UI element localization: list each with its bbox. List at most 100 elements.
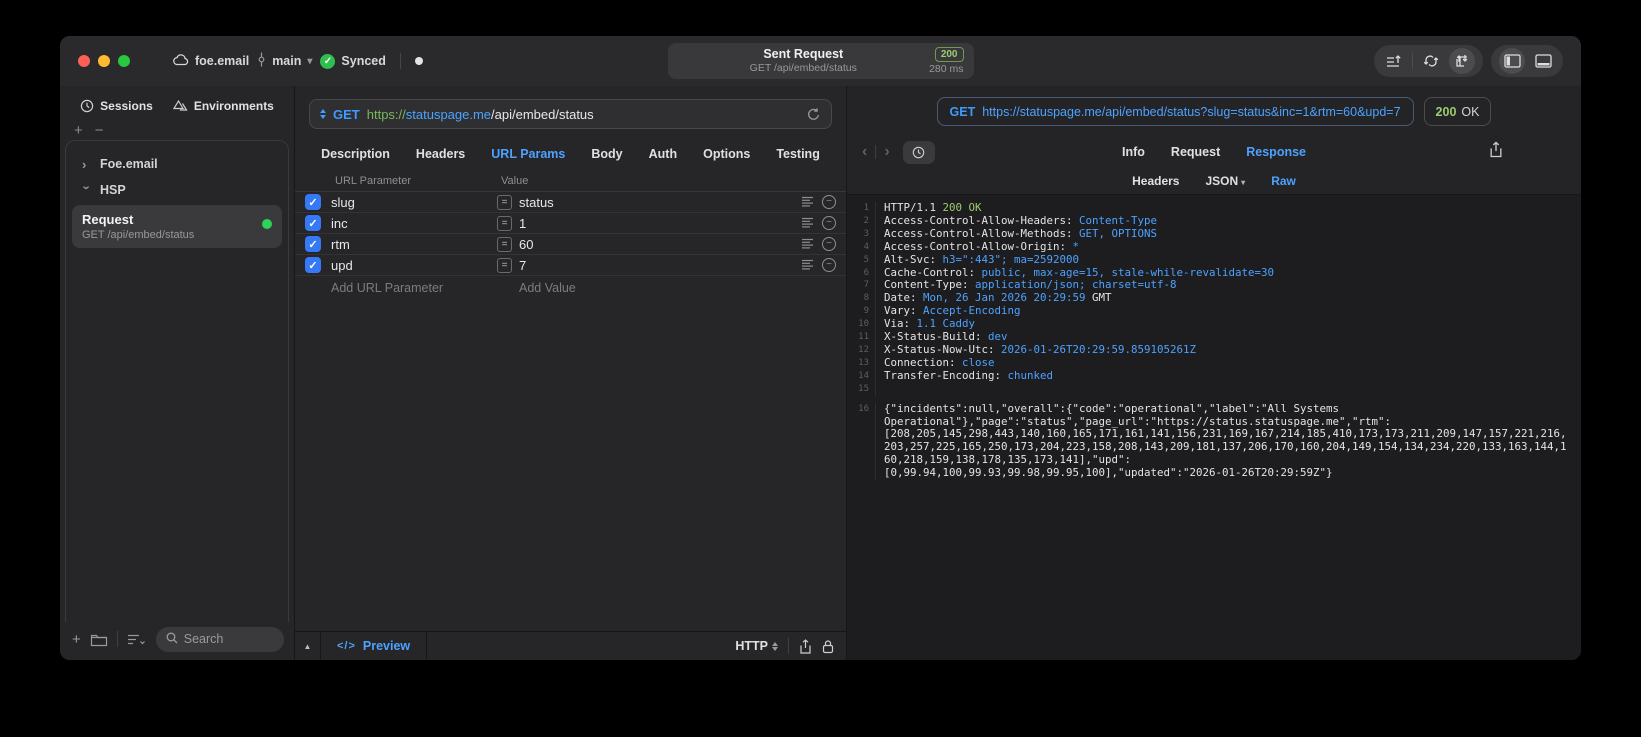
param-value[interactable]: 7: [519, 258, 801, 273]
remove-param-icon[interactable]: −: [822, 195, 836, 209]
tree-group-foe-email[interactable]: › Foe.email: [66, 151, 288, 177]
sync-status[interactable]: ✓ Synced: [320, 53, 386, 69]
response-line: 13 Connection: close: [847, 356, 1581, 370]
tab-headers[interactable]: Headers: [416, 147, 465, 161]
history-back-icon[interactable]: ‹: [859, 143, 870, 161]
tab-url-params[interactable]: URL Params: [491, 147, 565, 161]
param-value[interactable]: status: [519, 195, 801, 210]
sent-request-pill[interactable]: Sent Request GET /api/embed/status 200 2…: [667, 43, 974, 79]
param-checkbox[interactable]: ✓: [305, 257, 321, 273]
method-selector-icon[interactable]: [320, 109, 326, 119]
sidebar: Sessions Environments + − › Foe.email › …: [60, 86, 295, 660]
line-number: 15: [858, 383, 869, 394]
response-tab-info[interactable]: Info: [1122, 145, 1145, 159]
export-response-icon[interactable]: [1489, 141, 1503, 158]
tree-group-hsp[interactable]: › HSP: [66, 177, 288, 203]
line-number: 9: [863, 306, 869, 317]
remove-session-button[interactable]: −: [95, 122, 104, 139]
response-tab-response[interactable]: Response: [1246, 145, 1306, 159]
tab-testing[interactable]: Testing: [776, 147, 820, 161]
line-content: Access-Control-Allow-Origin: *: [875, 240, 1079, 254]
row-options-icon[interactable]: [801, 216, 814, 231]
search-input[interactable]: Search: [155, 626, 284, 652]
response-body[interactable]: 1 HTTP/1.1 200 OK 2 Access-Control-Allow-He…: [847, 194, 1581, 660]
param-name[interactable]: upd: [331, 258, 497, 273]
expand-panel-button[interactable]: ▲: [295, 632, 321, 660]
param-checkbox[interactable]: ✓: [305, 236, 321, 252]
minimize-window-button[interactable]: [98, 55, 110, 67]
preview-button[interactable]: </> Preview: [321, 632, 428, 660]
sync-loop-icon[interactable]: [1419, 49, 1443, 73]
row-options-icon[interactable]: [801, 237, 814, 252]
toggle-sidebar-icon[interactable]: [1499, 48, 1525, 74]
branch-selector[interactable]: main ▾: [257, 52, 312, 70]
column-header-param: URL Parameter: [335, 174, 412, 187]
response-line: 15: [847, 382, 1581, 396]
protocol-label: HTTP: [735, 639, 768, 653]
response-url: https://statuspage.me/api/embed/status?s…: [982, 104, 1401, 119]
share-icon[interactable]: [799, 638, 812, 654]
remove-param-icon[interactable]: −: [822, 237, 836, 251]
request-method[interactable]: GET: [333, 107, 360, 122]
response-subtab-json[interactable]: JSON ▾: [1205, 174, 1245, 188]
tab-body[interactable]: Body: [591, 147, 622, 161]
add-param-placeholder[interactable]: Add URL Parameter: [331, 281, 497, 295]
zoom-window-button[interactable]: [118, 55, 130, 67]
response-line: 12 X-Status-Now-Utc: 2026-01-26T20:29:59.…: [847, 343, 1581, 357]
request-url[interactable]: https://statuspage.me/api/embed/status: [367, 107, 594, 122]
add-value-placeholder[interactable]: Add Value: [497, 281, 576, 295]
param-name[interactable]: inc: [331, 216, 497, 231]
new-folder-icon[interactable]: [90, 632, 108, 647]
sidebar-tab-sessions[interactable]: Sessions: [80, 99, 153, 113]
history-clock-button[interactable]: [902, 140, 935, 164]
request-url-bar[interactable]: GET https://statuspage.me/api/embed/stat…: [309, 99, 832, 129]
line-number: [847, 454, 875, 467]
response-line: 6 Cache-Control: public, max-age=15, stal…: [847, 266, 1581, 280]
row-options-icon[interactable]: [801, 258, 814, 273]
url-params-table: URL Parameter Value ✓ slug = status − ✓ inc = 1−…: [295, 170, 846, 300]
param-row-rtm: ✓ rtm = 60 −: [295, 234, 846, 255]
project-menu[interactable]: foe.email: [172, 53, 249, 69]
param-value[interactable]: 1: [519, 216, 801, 231]
param-checkbox[interactable]: ✓: [305, 215, 321, 231]
sync-check-icon: ✓: [320, 53, 336, 69]
remove-param-icon[interactable]: −: [822, 216, 836, 230]
tab-options[interactable]: Options: [703, 147, 750, 161]
history-forward-icon[interactable]: ›: [881, 143, 892, 161]
close-window-button[interactable]: [78, 55, 90, 67]
send-receive-icon[interactable]: [1449, 48, 1475, 74]
response-url-pill[interactable]: GET https://statuspage.me/api/embed/stat…: [936, 97, 1414, 126]
response-tab-request[interactable]: Request: [1171, 145, 1220, 159]
sidebar-tab-environments[interactable]: Environments: [172, 99, 274, 113]
line-content: X-Status-Build: dev: [875, 331, 1008, 344]
response-subtab-raw[interactable]: Raw: [1271, 174, 1296, 188]
toggle-bottom-panel-icon[interactable]: [1531, 49, 1555, 73]
param-row-upd: ✓ upd = 7 −: [295, 255, 846, 276]
request-list-export-icon[interactable]: [1382, 49, 1406, 73]
protocol-selector[interactable]: HTTP: [735, 639, 778, 653]
lock-icon[interactable]: [822, 639, 834, 654]
param-checkbox[interactable]: ✓: [305, 194, 321, 210]
param-name[interactable]: slug: [331, 195, 497, 210]
toolbar-group-actions: [1374, 45, 1483, 77]
remove-param-icon[interactable]: −: [822, 258, 836, 272]
titlebar: foe.email main ▾ ✓ Synced Sent Request G…: [60, 36, 1581, 86]
tab-description[interactable]: Description: [321, 147, 390, 161]
response-line: 2 Access-Control-Allow-Headers: Content-T…: [847, 214, 1581, 228]
add-session-button[interactable]: +: [74, 122, 83, 139]
line-content: X-Status-Now-Utc: 2026-01-26T20:29:59.85…: [875, 343, 1196, 357]
line-content: [0,99.94,100,99.93,99.98,99.95,100],"upd…: [875, 467, 1333, 481]
view-options-icon[interactable]: [127, 633, 147, 646]
line-number: 11: [858, 332, 869, 343]
row-options-icon[interactable]: [801, 195, 814, 210]
equals-icon: =: [497, 236, 512, 252]
response-subtab-headers[interactable]: Headers: [1132, 174, 1179, 188]
param-name[interactable]: rtm: [331, 237, 497, 252]
add-request-button[interactable]: +: [72, 631, 81, 648]
resend-request-icon[interactable]: [806, 107, 821, 122]
tab-auth[interactable]: Auth: [649, 147, 677, 161]
environments-icon: [172, 99, 188, 113]
param-value[interactable]: 60: [519, 237, 801, 252]
request-list-item[interactable]: Request GET /api/embed/status: [72, 205, 282, 248]
line-number: [847, 441, 875, 454]
